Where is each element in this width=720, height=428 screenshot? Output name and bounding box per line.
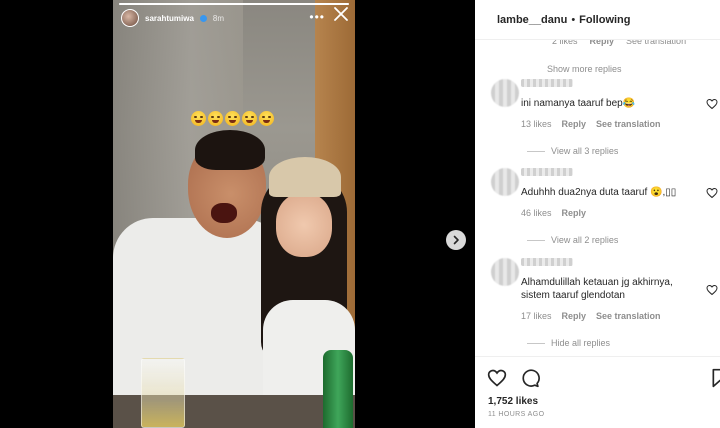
story-progress-fill [119,3,349,5]
green-bottle [323,350,353,428]
verified-icon [199,14,207,22]
comment-meta: 17 likes Reply See translation [521,311,661,321]
view-replies-label: View all 2 replies [551,235,619,245]
post-timestamp: 11 HOURS AGO [488,411,545,418]
person-cap [269,157,341,197]
header-separator: • [571,13,576,26]
story-header: sarahtumiwa 8m [121,9,224,27]
close-icon[interactable] [333,6,349,22]
reply-button[interactable]: Reply [562,208,587,218]
commenter-avatar[interactable] [491,258,519,286]
drink-glass [141,358,185,428]
heart-icon[interactable] [706,187,718,199]
comment-likes[interactable]: 46 likes [521,208,552,218]
comments-panel: lambe__danu • Following 2 likes Reply Se… [475,0,720,428]
next-slide-button[interactable] [446,230,466,250]
likes-count[interactable]: 1,752 likes [488,396,538,407]
divider [527,342,545,344]
story-progress-bar [119,3,349,5]
bookmark-icon[interactable] [710,368,720,388]
post-actions-bar: 1,752 likes 11 HOURS AGO [475,356,720,428]
following-button[interactable]: Following [579,14,630,26]
show-more-replies-button[interactable]: Show more replies [547,64,622,74]
laughing-emoji-icon [242,111,257,126]
commenter-name-blurred [521,168,573,176]
commenter-avatar[interactable] [491,79,519,107]
laughing-emoji-icon [208,111,223,126]
post-media[interactable]: sarahtumiwa 8m ••• [113,0,355,428]
story-more-button[interactable]: ••• [309,10,325,24]
person-face [276,193,332,257]
see-translation-link[interactable]: See translation [596,119,661,129]
comment-icon[interactable] [520,368,540,388]
laughing-emoji-icon [259,111,274,126]
heart-icon[interactable] [706,98,718,110]
instagram-post-viewer: sarahtumiwa 8m ••• lambe__danu • Followi… [0,0,720,428]
view-replies-label: View all 3 replies [551,146,619,156]
hide-replies-label: Hide all replies [551,338,611,348]
laughing-emoji-icon [225,111,240,126]
chevron-right-icon [453,235,459,245]
divider [527,150,545,152]
person-mouth [211,203,237,223]
story-username[interactable]: sarahtumiwa [145,14,194,23]
laughing-emoji-icon [191,111,206,126]
view-replies-button[interactable]: View all 2 replies [527,235,618,245]
comment-likes[interactable]: 17 likes [521,311,552,321]
divider [527,239,545,241]
comment-meta: 46 likes Reply [521,208,586,218]
reply-button[interactable]: Reply [562,119,587,129]
story-avatar[interactable] [121,9,139,27]
story-time: 8m [212,13,225,23]
comment-likes[interactable]: 13 likes [521,119,552,129]
person-hair [195,130,265,170]
see-translation-link[interactable]: See translation [596,311,661,321]
commenter-avatar[interactable] [491,168,519,196]
comment-text: Aduhhh dua2nya duta taaruf 😮,▯▯ [521,187,677,198]
comment-meta: 13 likes Reply See translation [521,119,661,129]
hide-replies-button[interactable]: Hide all replies [527,338,610,348]
emoji-sticker-row [191,111,274,126]
heart-icon[interactable] [487,368,507,388]
comment-text: Alhamdulillah ketauan jg akhirnya, siste… [521,277,673,301]
commenter-name-blurred [521,258,573,266]
comment-text: ini namanya taaruf bep😂 [521,98,636,109]
commenter-name-blurred [521,79,573,87]
reply-button[interactable]: Reply [562,311,587,321]
post-header: lambe__danu • Following [475,0,720,40]
view-replies-button[interactable]: View all 3 replies [527,146,618,156]
heart-icon[interactable] [706,284,718,296]
author-username[interactable]: lambe__danu [497,14,567,26]
